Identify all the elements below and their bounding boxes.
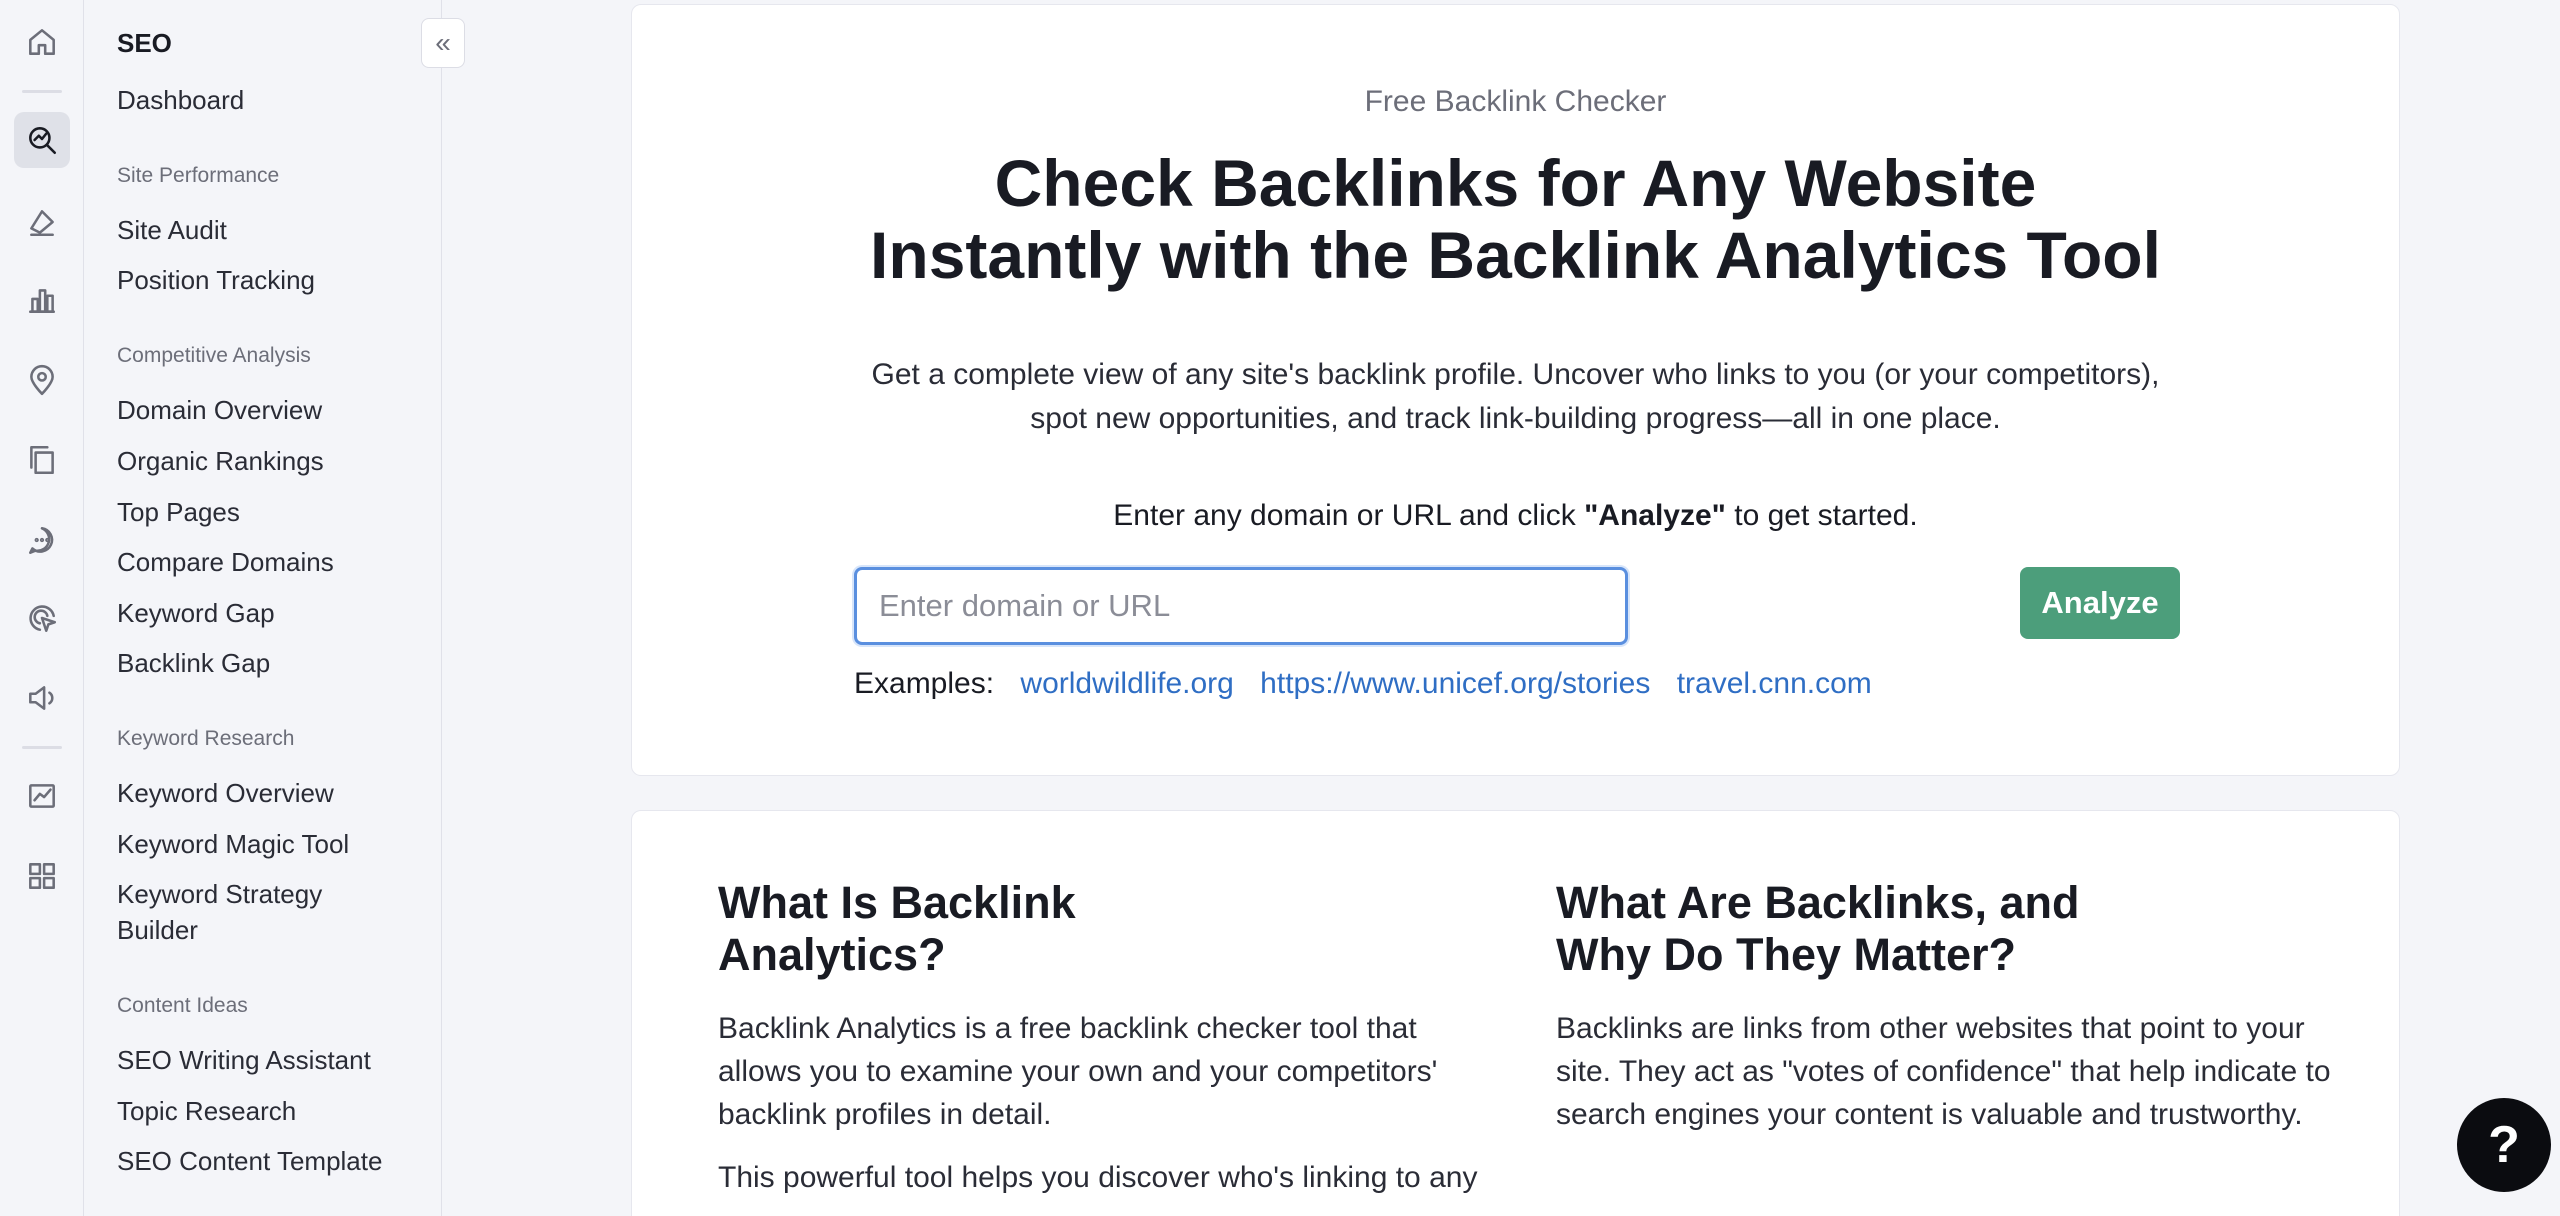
right-paragraph-1: Backlinks are links from other websites … [1556,1012,2331,1131]
instruction-suffix: to get started. [1725,499,1918,532]
left-paragraph-2: This powerful tool helps you discover wh… [718,1161,1478,1194]
sidebar-section-site-performance: Site Performance [117,164,280,187]
sidebar-item-keyword-strategy-builder-line2[interactable]: Builder [117,912,198,948]
hero-description-line-1: Get a complete view of any site's backli… [871,358,2160,391]
hero-description: Get a complete view of any site's backli… [632,353,2399,441]
apps-icon[interactable] [14,848,70,904]
right-title-line-2: Why Do They Matter? [1556,929,2017,980]
sidebar-item-backlink-gap[interactable]: Backlink Gap [117,645,270,681]
eyebrow-label: Free Backlink Checker [1364,85,1667,118]
double-chevron-left-icon: « [435,27,451,58]
analyze-button[interactable]: Analyze [2020,567,2180,639]
page-title-line-1: Check Backlinks for Any Website [994,146,2037,220]
sidebar-item-topic-research[interactable]: Topic Research [117,1093,296,1129]
instruction-prefix: Enter any domain or URL and click [1113,499,1585,532]
right-title-line-1: What Are Backlinks, and [1556,877,2080,928]
domain-input[interactable] [854,567,1628,645]
reports-icon[interactable] [14,768,70,824]
home-icon[interactable] [14,14,70,70]
info-column-right: What Are Backlinks, and Why Do They Matt… [1556,877,2336,1136]
right-section-title: What Are Backlinks, and Why Do They Matt… [1556,877,2336,981]
sidebar-item-organic-rankings[interactable]: Organic Rankings [117,443,324,479]
example-link-unicef[interactable]: https://www.unicef.org/stories [1260,667,1650,700]
sidebar-item-seo-content-template[interactable]: SEO Content Template [117,1143,382,1179]
rail-divider [22,746,62,749]
sidebar-item-position-tracking[interactable]: Position Tracking [117,262,315,298]
sidebar-item-keyword-strategy-builder[interactable]: Keyword Strategy [117,876,322,912]
left-title-line-1: What Is Backlink [718,877,1076,928]
page-title-line-2: Instantly with the Backlink Analytics To… [870,218,2161,292]
page-title: Check Backlinks for Any Website Instantl… [632,147,2399,291]
sidebar-item-dashboard[interactable]: Dashboard [117,82,244,118]
sidebar-item-keyword-overview[interactable]: Keyword Overview [117,775,334,811]
sidebar-section-competitive-analysis: Competitive Analysis [117,344,311,367]
instruction-text: Enter any domain or URL and click "Analy… [632,499,2399,533]
left-section-title: What Is Backlink Analytics? [718,877,1498,981]
example-link-worldwildlife[interactable]: worldwildlife.org [1020,667,1233,700]
examples-row: Examples: worldwildlife.org https://www.… [854,667,1872,701]
sidebar-item-compare-domains[interactable]: Compare Domains [117,544,334,580]
backlink-checker-card: Free Backlink Checker Check Backlinks fo… [631,4,2400,776]
hero-description-line-2: spot new opportunities, and track link-b… [1030,402,2001,435]
content-icon[interactable] [14,432,70,488]
examples-label: Examples: [854,667,995,700]
instruction-bold: "Analyze" [1584,499,1726,532]
seo-sidebar: SEO Dashboard Site Performance Site Audi… [84,0,442,1216]
info-card: What Is Backlink Analytics? Backlink Ana… [631,810,2400,1216]
ai-icon[interactable] [14,590,70,646]
social-icon[interactable] [14,512,70,568]
sidebar-item-domain-overview[interactable]: Domain Overview [117,392,322,428]
info-column-left: What Is Backlink Analytics? Backlink Ana… [718,877,1498,1199]
left-title-line-2: Analytics? [718,929,946,980]
question-mark-icon: ? [2488,1116,2520,1174]
advertising-icon[interactable] [14,194,70,250]
rail-divider [22,90,62,93]
sidebar-item-site-audit[interactable]: Site Audit [117,212,227,248]
collapse-sidebar-button[interactable]: « [421,18,465,68]
help-button[interactable]: ? [2457,1098,2551,1192]
sidebar-section-keyword-research: Keyword Research [117,727,295,750]
sidebar-title: SEO [117,28,172,58]
analytics-icon[interactable] [14,272,70,328]
sidebar-item-keyword-gap[interactable]: Keyword Gap [117,595,275,631]
example-link-cnn[interactable]: travel.cnn.com [1677,667,1872,700]
sidebar-item-keyword-magic-tool[interactable]: Keyword Magic Tool [117,826,349,862]
pr-icon[interactable] [14,670,70,726]
local-icon[interactable] [14,352,70,408]
sidebar-section-content-ideas: Content Ideas [117,994,248,1017]
sidebar-item-top-pages[interactable]: Top Pages [117,494,240,530]
seo-icon[interactable] [14,112,70,168]
sidebar-item-seo-writing-assistant[interactable]: SEO Writing Assistant [117,1042,371,1078]
app-rail [0,0,84,1216]
left-paragraph-1: Backlink Analytics is a free backlink ch… [718,1012,1438,1131]
